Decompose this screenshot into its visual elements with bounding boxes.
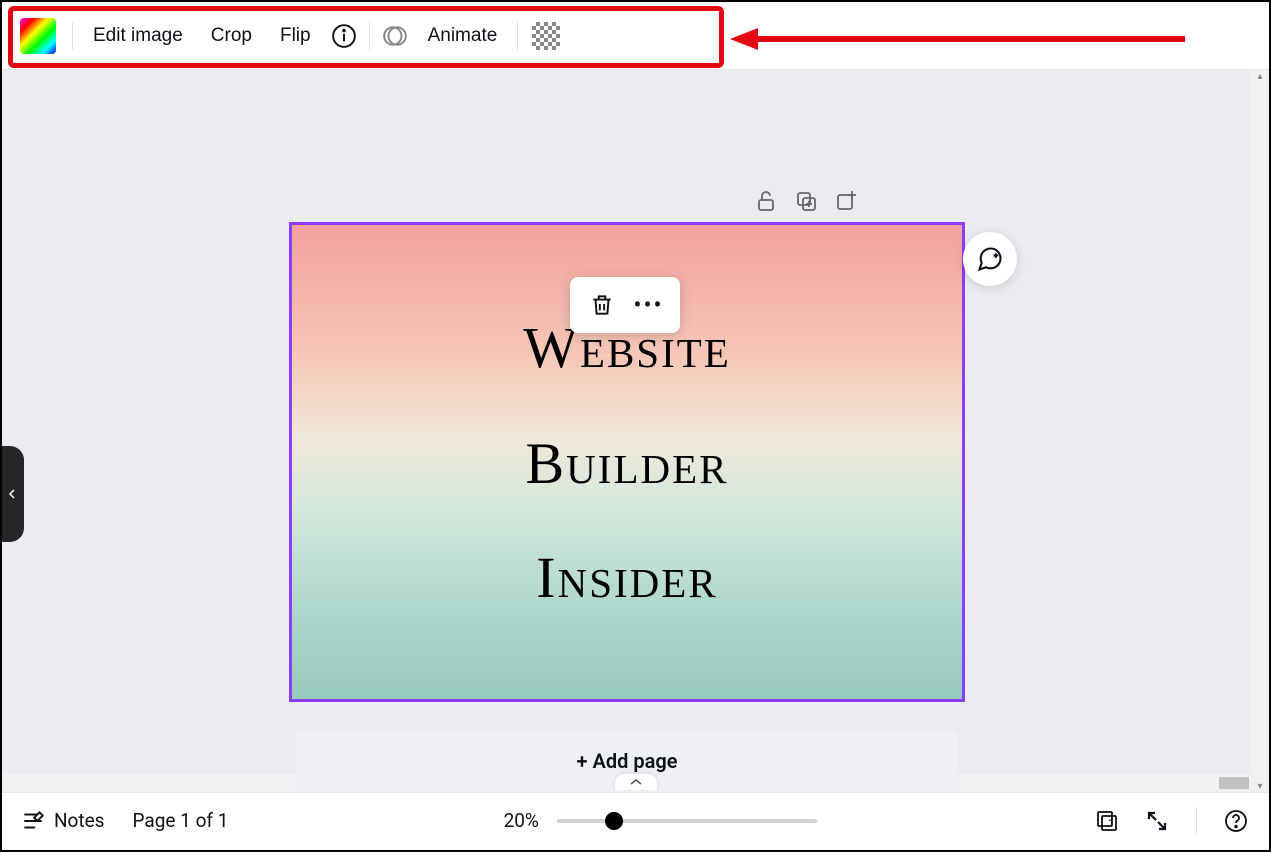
animate-icon[interactable] bbox=[376, 17, 414, 55]
divider bbox=[517, 22, 518, 50]
crop-button[interactable]: Crop bbox=[197, 19, 266, 53]
flip-button[interactable]: Flip bbox=[266, 19, 325, 53]
scroll-up-icon[interactable]: ▴ bbox=[1254, 70, 1266, 82]
scroll-thumb[interactable] bbox=[1219, 777, 1249, 789]
vertical-scrollbar[interactable]: ▴ ▾ bbox=[1251, 70, 1269, 792]
scroll-down-icon[interactable]: ▾ bbox=[1254, 780, 1266, 792]
annotation-arrow bbox=[730, 26, 1185, 52]
svg-text:1: 1 bbox=[1108, 817, 1114, 830]
background-color-picker[interactable] bbox=[20, 18, 56, 54]
add-page-icon[interactable] bbox=[831, 186, 861, 216]
notes-button[interactable]: Notes bbox=[20, 808, 105, 834]
page-grid-icon[interactable]: 1 bbox=[1092, 806, 1122, 836]
edit-image-button[interactable]: Edit image bbox=[79, 19, 197, 53]
footer-bar: Notes Page 1 of 1 20% 1 bbox=[2, 792, 1269, 848]
delete-icon[interactable] bbox=[586, 289, 618, 321]
canvas-text-line-3[interactable]: Insider bbox=[292, 549, 962, 607]
divider bbox=[72, 22, 73, 50]
zoom-percentage[interactable]: 20% bbox=[504, 809, 539, 832]
comment-button[interactable] bbox=[963, 232, 1017, 286]
fullscreen-icon[interactable] bbox=[1142, 806, 1172, 836]
divider bbox=[1196, 807, 1197, 835]
canvas-text-line-2[interactable]: Builder bbox=[292, 435, 962, 493]
help-icon[interactable] bbox=[1221, 806, 1251, 836]
animate-button[interactable]: Animate bbox=[414, 19, 512, 53]
divider bbox=[369, 22, 370, 50]
side-panel-handle[interactable] bbox=[2, 446, 24, 542]
page-actions-bar bbox=[751, 186, 861, 216]
more-options-icon[interactable]: ••• bbox=[633, 289, 665, 321]
element-floating-toolbar: ••• bbox=[570, 277, 680, 333]
top-toolbar: Edit image Crop Flip Animate bbox=[2, 2, 1269, 70]
zoom-slider[interactable] bbox=[557, 819, 817, 823]
unlock-icon[interactable] bbox=[751, 186, 781, 216]
canvas-area: ▴ ▾ ••• Website Builder Insider bbox=[2, 70, 1269, 792]
info-icon[interactable] bbox=[325, 17, 363, 55]
notes-label: Notes bbox=[54, 809, 105, 832]
duplicate-page-icon[interactable] bbox=[791, 186, 821, 216]
transparency-button[interactable] bbox=[532, 22, 560, 50]
page-thumbnails-toggle[interactable] bbox=[615, 774, 657, 790]
design-canvas[interactable]: ••• Website Builder Insider bbox=[289, 222, 965, 702]
zoom-slider-thumb[interactable] bbox=[605, 812, 623, 830]
page-indicator[interactable]: Page 1 of 1 bbox=[133, 809, 229, 832]
